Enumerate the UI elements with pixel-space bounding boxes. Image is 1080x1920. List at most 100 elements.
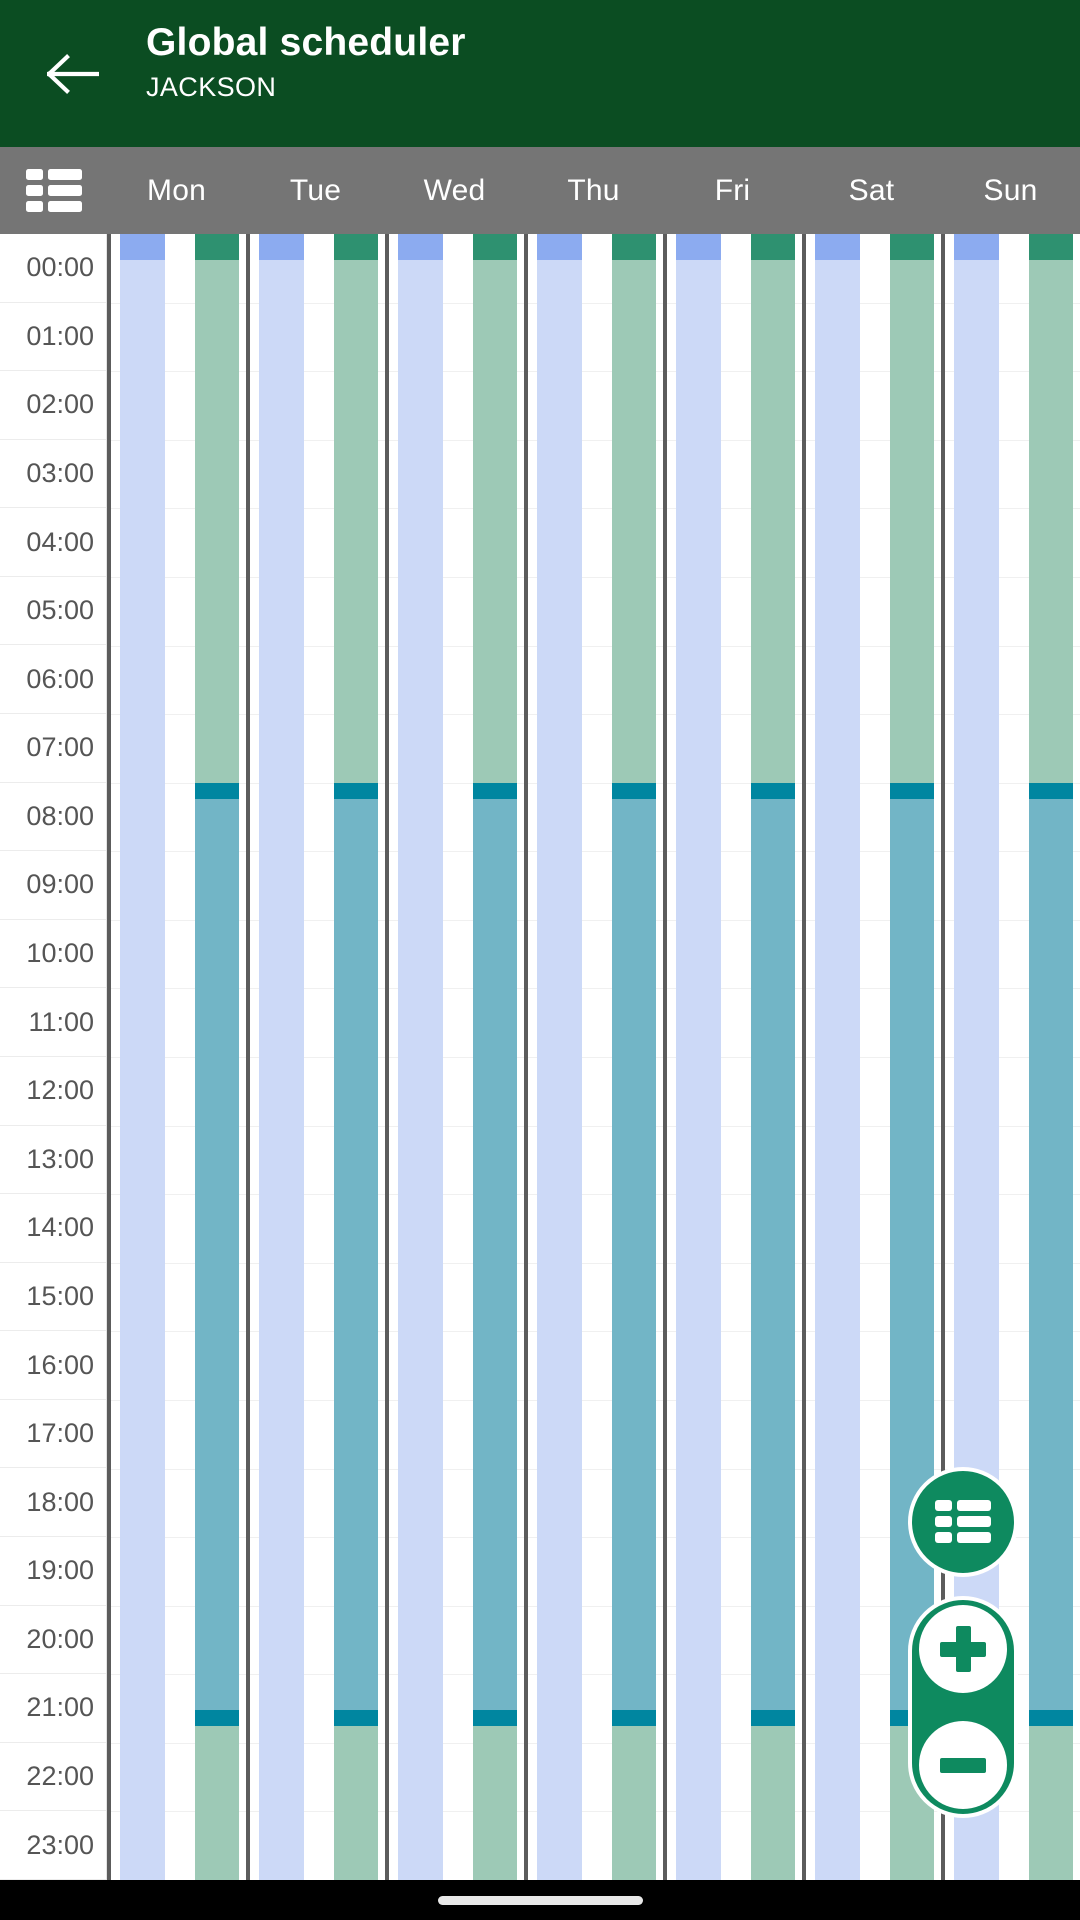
selection-end-handle[interactable] <box>1028 1709 1074 1726</box>
selection-start-handle[interactable] <box>472 782 518 799</box>
list-view-icon <box>935 1500 991 1543</box>
blue-lane-cap <box>120 234 165 260</box>
selection-start-handle[interactable] <box>750 782 796 799</box>
zoom-out-button[interactable] <box>919 1721 1007 1809</box>
time-label-row: 22:00 <box>0 1743 106 1812</box>
list-view-icon <box>25 168 82 212</box>
time-label: 13:00 <box>26 1143 94 1174</box>
selection-end-handle[interactable] <box>333 1709 379 1726</box>
time-label-row: 23:00 <box>0 1811 106 1880</box>
list-fab-button[interactable] <box>908 1467 1018 1577</box>
time-label-row: 06:00 <box>0 645 106 715</box>
time-label: 09:00 <box>26 869 94 900</box>
time-label: 16:00 <box>26 1349 94 1380</box>
selection-block[interactable] <box>750 782 796 1726</box>
zoom-in-button[interactable] <box>919 1605 1007 1693</box>
time-label-row: 02:00 <box>0 371 106 440</box>
time-label: 17:00 <box>26 1418 94 1449</box>
time-label-row: 21:00 <box>0 1674 106 1743</box>
time-label-row: 19:00 <box>0 1537 106 1606</box>
selection-block[interactable] <box>1028 782 1074 1726</box>
blue-lane-bar[interactable] <box>815 234 860 1880</box>
selection-block[interactable] <box>333 782 379 1726</box>
arrow-left-icon <box>47 53 99 94</box>
day-header-thu[interactable]: Thu <box>524 147 663 234</box>
time-label-row: 18:00 <box>0 1468 106 1537</box>
time-label-row: 10:00 <box>0 920 106 989</box>
page-subtitle: JACKSON <box>146 72 277 102</box>
scheduler-screen: Global scheduler JACKSON Mon Tue Wed Thu… <box>0 0 1080 1920</box>
selection-end-handle[interactable] <box>750 1709 796 1726</box>
time-label-row: 08:00 <box>0 783 106 852</box>
selection-start-handle[interactable] <box>333 782 379 799</box>
time-label: 03:00 <box>26 458 94 489</box>
day-column-mon[interactable] <box>107 234 246 1880</box>
day-header-bar: Mon Tue Wed Thu Fri Sat Sun <box>0 147 1080 234</box>
blue-lane-cap <box>398 234 443 260</box>
selection-block[interactable] <box>472 782 518 1726</box>
day-header-sat[interactable]: Sat <box>802 147 941 234</box>
app-bar-titles: Global scheduler JACKSON <box>146 0 466 108</box>
time-label-row: 03:00 <box>0 440 106 509</box>
selection-end-handle[interactable] <box>194 1709 240 1726</box>
time-label: 02:00 <box>26 389 94 420</box>
day-column-wed[interactable] <box>385 234 524 1880</box>
time-label: 12:00 <box>26 1075 94 1106</box>
time-label-row: 13:00 <box>0 1126 106 1195</box>
day-columns-header: Mon Tue Wed Thu Fri Sat Sun <box>107 147 1080 234</box>
time-label: 04:00 <box>26 526 94 557</box>
teal-lane-cap <box>333 234 379 260</box>
time-label: 10:00 <box>26 938 94 969</box>
teal-lane-cap <box>194 234 240 260</box>
blue-lane-cap <box>954 234 999 260</box>
day-header-sun[interactable]: Sun <box>941 147 1080 234</box>
time-label: 07:00 <box>26 732 94 763</box>
time-label-row: 20:00 <box>0 1606 106 1675</box>
app-bar: Global scheduler JACKSON <box>0 0 1080 147</box>
day-header-tue[interactable]: Tue <box>246 147 385 234</box>
back-button[interactable] <box>0 0 146 147</box>
time-label: 06:00 <box>26 663 94 694</box>
time-label: 14:00 <box>26 1212 94 1243</box>
home-indicator[interactable] <box>437 1895 643 1905</box>
blue-lane-bar[interactable] <box>259 234 304 1880</box>
day-column-fri[interactable] <box>663 234 802 1880</box>
selection-end-handle[interactable] <box>611 1709 657 1726</box>
view-toggle-button[interactable] <box>0 147 107 234</box>
time-label: 23:00 <box>26 1829 94 1860</box>
time-label: 20:00 <box>26 1623 94 1654</box>
day-column-thu[interactable] <box>524 234 663 1880</box>
day-column-tue[interactable] <box>246 234 385 1880</box>
selection-start-handle[interactable] <box>889 782 935 799</box>
time-label: 11:00 <box>28 1006 94 1037</box>
day-header-wed[interactable]: Wed <box>385 147 524 234</box>
selection-start-handle[interactable] <box>1028 782 1074 799</box>
blue-lane-bar[interactable] <box>676 234 721 1880</box>
blue-lane-cap <box>537 234 582 260</box>
time-label-row: 17:00 <box>0 1400 106 1469</box>
time-label-row: 05:00 <box>0 577 106 646</box>
time-label-row: 00:00 <box>0 234 106 303</box>
time-label-row: 07:00 <box>0 714 106 783</box>
blue-lane-bar[interactable] <box>120 234 165 1880</box>
time-label: 08:00 <box>26 800 94 831</box>
selection-block[interactable] <box>194 782 240 1726</box>
selection-block[interactable] <box>889 782 935 1726</box>
teal-lane-cap <box>889 234 935 260</box>
selection-start-handle[interactable] <box>194 782 240 799</box>
teal-lane-cap <box>472 234 518 260</box>
time-label-row: 01:00 <box>0 303 106 372</box>
blue-lane-bar[interactable] <box>398 234 443 1880</box>
teal-lane-cap <box>750 234 796 260</box>
teal-lane-cap <box>1028 234 1074 260</box>
selection-end-handle[interactable] <box>472 1709 518 1726</box>
time-label: 01:00 <box>26 320 94 351</box>
day-header-fri[interactable]: Fri <box>663 147 802 234</box>
teal-lane-cap <box>611 234 657 260</box>
selection-block[interactable] <box>611 782 657 1726</box>
selection-start-handle[interactable] <box>611 782 657 799</box>
day-header-mon[interactable]: Mon <box>107 147 246 234</box>
blue-lane-bar[interactable] <box>537 234 582 1880</box>
time-label: 00:00 <box>26 252 94 283</box>
zoom-fab-group <box>908 1596 1018 1818</box>
